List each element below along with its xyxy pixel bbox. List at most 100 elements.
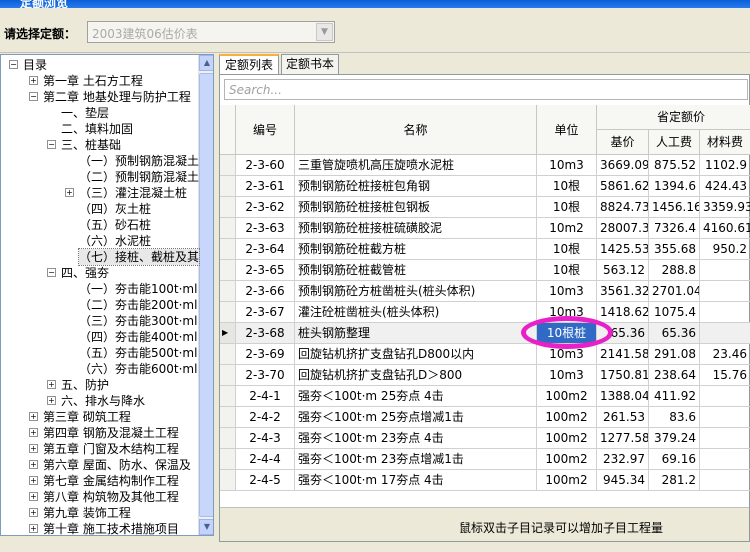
collapse-icon[interactable]: − (29, 92, 38, 101)
tree-node[interactable]: （七）接桩、截桩及其 (77, 248, 201, 266)
header-code[interactable]: 编号 (236, 105, 295, 155)
collapse-icon[interactable]: − (47, 268, 56, 277)
expand-icon[interactable]: + (29, 428, 38, 437)
header-unit[interactable]: 单位 (537, 105, 597, 155)
cell-name: 预制钢筋砼桩接桩包钢板 (295, 197, 537, 218)
tab-quota-list[interactable]: 定额列表 (219, 54, 279, 75)
table-row[interactable]: 2-3-66 预制钢筋砼方桩凿桩头(桩头体积) 10m3 3561.32 2701.04 (220, 281, 750, 302)
catalog-tree[interactable]: ▲ ▼ − 目录 + 第一章 土石方工程 − 第二章 地基处理与防护工程 一、垫层 二、填料加… (0, 54, 214, 536)
tree-node[interactable]: （一）夯击能100t·ml (79, 281, 197, 297)
row-indicator[interactable] (220, 449, 236, 470)
collapse-icon[interactable]: − (9, 60, 18, 69)
expand-icon[interactable]: + (29, 492, 38, 501)
expand-icon[interactable]: + (29, 476, 38, 485)
table-row[interactable]: 2-3-62 预制钢筋砼桩接桩包钢板 10根 8824.73 1456.16 3359.9… (220, 197, 750, 218)
tab-quota-book[interactable]: 定额书本 (281, 54, 339, 74)
table-row[interactable]: 2-3-61 预制钢筋砼桩接桩包角钢 10根 5861.62 1394.6 424.43 (220, 176, 750, 197)
tree-node[interactable]: 二、填料加固 (61, 121, 133, 137)
cell-unit: 10根 (537, 197, 597, 218)
tree-node[interactable]: 第四章 钢筋及混凝土工程 (43, 425, 179, 441)
table-row[interactable]: 2-3-63预制钢筋砼桩接桩硫磺胶泥10m228007.367326.44160… (220, 218, 750, 239)
tree-node[interactable]: （三）夯击能300t·ml (79, 313, 197, 329)
tree-node[interactable]: （六）夯击能600t·ml (79, 361, 197, 377)
header-material-cost[interactable]: 材料费 (700, 130, 750, 155)
tree-node[interactable]: （二）预制钢筋混凝土 (79, 169, 199, 185)
header-base-price[interactable]: 基价 (597, 130, 649, 155)
quota-select[interactable]: 2003建筑06估价表 ▼ (87, 21, 335, 43)
row-indicator[interactable] (220, 365, 236, 386)
tree-node[interactable]: （一）预制钢筋混凝土 (79, 153, 199, 169)
tree-scrollbar[interactable]: ▲ ▼ (198, 55, 213, 535)
tree-node[interactable]: （五）夯击能500t·ml (79, 345, 197, 361)
header-labor-cost[interactable]: 人工费 (649, 130, 700, 155)
table-row[interactable]: ▶ 2-3-68 桩头钢筋整理 10根桩 65.36 65.36 (220, 323, 750, 344)
tree-node[interactable]: （四）灰土桩 (79, 201, 151, 217)
tree-node[interactable]: （四）夯击能400t·ml (79, 329, 197, 345)
search-input[interactable]: Search... (224, 79, 748, 100)
expand-icon[interactable]: + (29, 444, 38, 453)
row-indicator[interactable] (220, 470, 236, 491)
expand-icon[interactable]: + (29, 412, 38, 421)
tree-node[interactable]: 第八章 构筑物及其他工程 (43, 489, 179, 505)
tree-node[interactable]: （五）砂石桩 (79, 217, 151, 233)
expand-icon[interactable]: + (29, 76, 38, 85)
tree-node[interactable]: 一、垫层 (61, 105, 109, 121)
tree-node[interactable]: 第九章 装饰工程 (43, 505, 131, 521)
row-indicator[interactable] (220, 218, 236, 239)
tree-node[interactable]: 第五章 门窗及木结构工程 (43, 441, 179, 457)
tree-node[interactable]: （六）水泥桩 (79, 233, 151, 249)
scroll-down-icon[interactable]: ▼ (199, 519, 213, 535)
tree-node[interactable]: 目录 (23, 57, 47, 73)
row-indicator[interactable] (220, 155, 236, 176)
table-row[interactable]: 2-3-64 预制钢筋砼桩截方桩 10根 1425.53 355.68 950.2 (220, 239, 750, 260)
table-row[interactable]: 2-3-70 回旋钻机挤扩支盘钻孔D＞800 10m3 1750.81 238.64 15… (220, 365, 750, 386)
cell-name: 强夯＜100t·m 23夯点增减1击 (295, 449, 537, 470)
table-row[interactable]: 2-3-65 预制钢筋砼桩截管桩 10根 563.12 288.8 (220, 260, 750, 281)
cell-unit: 100m2 (537, 407, 597, 428)
tree-node[interactable]: （三）灌注混凝土桩 (79, 185, 187, 201)
row-indicator[interactable] (220, 176, 236, 197)
table-row[interactable]: 2-3-67 灌注砼桩凿桩头(桩头体积) 10m3 1418.62 1075.4 (220, 302, 750, 323)
expand-icon[interactable]: + (47, 396, 56, 405)
scroll-up-icon[interactable]: ▲ (199, 55, 213, 71)
expand-icon[interactable]: + (29, 508, 38, 517)
table-row[interactable]: 2-4-4 强夯＜100t·m 23夯点增减1击 100m2 232.97 69.16 (220, 449, 750, 470)
tree-node[interactable]: （二）夯击能200t·ml (79, 297, 197, 313)
tree-node[interactable]: 四、强夯 (61, 265, 109, 281)
table-row[interactable]: 2-4-5 强夯＜100t·m 17夯点 4击 100m2 945.34 281.2 (220, 470, 750, 491)
tree-node[interactable]: 第七章 金属结构制作工程 (43, 473, 179, 489)
expand-icon[interactable]: + (47, 380, 56, 389)
tree-node[interactable]: 第二章 地基处理与防护工程 (43, 89, 191, 105)
expand-icon[interactable]: + (65, 188, 74, 197)
row-indicator[interactable] (220, 302, 236, 323)
table-row[interactable]: 2-4-1 强夯＜100t·m 25夯点 4击 100m2 1388.04 411.92 (220, 386, 750, 407)
cell-code: 2-3-70 (236, 365, 295, 386)
tree-node[interactable]: 第三章 砌筑工程 (43, 409, 131, 425)
tree-node[interactable]: 第六章 屋面、防水、保温及 (43, 457, 191, 473)
scroll-thumb[interactable] (199, 73, 213, 517)
row-indicator[interactable] (220, 281, 236, 302)
table-row[interactable]: 2-3-69 回旋钻机挤扩支盘钻孔D800以内 10m3 2141.58 291.08 2… (220, 344, 750, 365)
tree-node[interactable]: 三、桩基础 (61, 137, 121, 153)
table-row[interactable]: 2-4-3 强夯＜100t·m 23夯点 4击 100m2 1277.58 379.24 (220, 428, 750, 449)
tree-node[interactable]: 六、排水与降水 (61, 393, 145, 409)
row-indicator[interactable] (220, 197, 236, 218)
header-name[interactable]: 名称 (295, 105, 537, 155)
row-indicator[interactable] (220, 386, 236, 407)
row-pointer-icon[interactable]: ▶ (220, 323, 236, 344)
expand-icon[interactable]: + (29, 460, 38, 469)
table-row[interactable]: 2-4-2 强夯＜100t·m 25夯点增减1击 100m2 261.53 83.6 (220, 407, 750, 428)
tree-node[interactable]: 第一章 土石方工程 (43, 73, 143, 89)
expand-icon[interactable]: + (29, 524, 38, 533)
row-indicator[interactable] (220, 344, 236, 365)
row-indicator[interactable] (220, 260, 236, 281)
table-row[interactable]: 2-3-60 三重管旋喷机高压旋喷水泥桩 10m3 3669.09 875.52 1102… (220, 155, 750, 176)
tree-node[interactable]: 五、防护 (61, 377, 109, 393)
tree-node[interactable]: 第十章 施工技术措施项目 (43, 521, 179, 535)
row-indicator[interactable] (220, 428, 236, 449)
chevron-down-icon[interactable]: ▼ (316, 23, 333, 41)
cell-unit: 10m3 (537, 155, 597, 176)
row-indicator[interactable] (220, 239, 236, 260)
collapse-icon[interactable]: − (47, 140, 56, 149)
row-indicator[interactable] (220, 407, 236, 428)
